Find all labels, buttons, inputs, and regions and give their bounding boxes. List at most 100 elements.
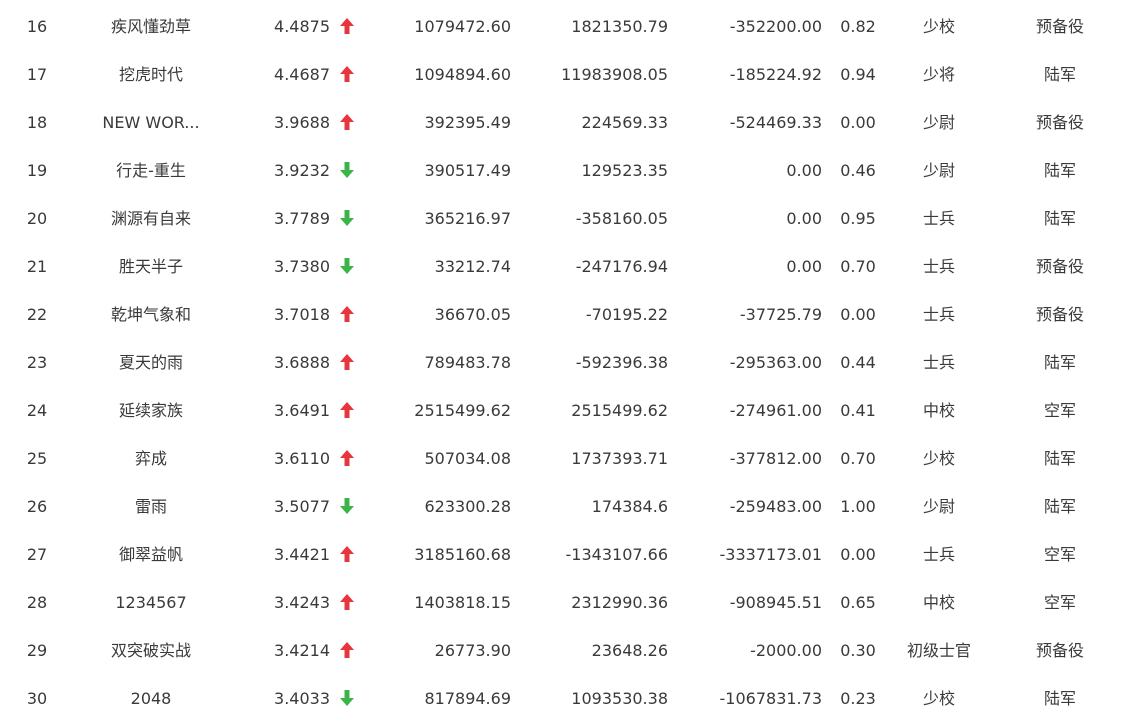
military-rank-cell: 少尉 xyxy=(922,113,955,132)
score-cell: 3.7380 xyxy=(274,257,330,276)
ratio-cell: 0.65 xyxy=(840,593,876,612)
score-cell: 3.7789 xyxy=(274,209,330,228)
name-cell: 胜天半子 xyxy=(118,257,183,276)
name-cell: 渊源有自来 xyxy=(110,209,191,228)
table-row[interactable]: 28 1234567 3.4243 1403818.15 2312990.36 -9089… xyxy=(0,579,1127,627)
table-row[interactable]: 21 胜天半子 3.7380 33212.74 -247176.94 0.00 0.70 士兵… xyxy=(0,243,1127,291)
table-row[interactable]: 26 雷雨 3.5077 623300.28 174384.6 -259483.00 1.0… xyxy=(0,483,1127,531)
military-rank-cell: 士兵 xyxy=(922,257,955,276)
value-2-cell: -592396.38 xyxy=(575,353,668,372)
military-rank-cell: 少尉 xyxy=(922,161,955,180)
table-row[interactable]: 19 行走-重生 3.9232 390517.49 129523.35 0.00 0.46 少… xyxy=(0,147,1127,195)
name-cell: 2048 xyxy=(130,689,172,708)
value-2-cell: 174384.6 xyxy=(591,497,668,516)
arrow-down-icon xyxy=(337,483,357,531)
value-2-cell: 224569.33 xyxy=(581,113,668,132)
branch-cell: 预备役 xyxy=(1035,17,1084,36)
table-row[interactable]: 25 弈成 3.6110 507034.08 1737393.71 -377812.00 0… xyxy=(0,435,1127,483)
value-3-cell: -274961.00 xyxy=(729,401,822,420)
military-rank-cell: 中校 xyxy=(922,593,955,612)
ratio-cell: 0.82 xyxy=(840,17,876,36)
name-cell: 御翠益帆 xyxy=(118,545,183,564)
branch-cell: 空军 xyxy=(1043,593,1076,612)
value-2-cell: 1821350.79 xyxy=(571,17,668,36)
name-cell: 1234567 xyxy=(115,593,187,612)
ratio-cell: 0.00 xyxy=(840,305,876,324)
branch-cell: 预备役 xyxy=(1035,257,1084,276)
table-row[interactable]: 17 挖虎时代 4.4687 1094894.60 11983908.05 -185224… xyxy=(0,51,1127,99)
score-cell: 3.4033 xyxy=(274,689,330,708)
value-1-cell: 1094894.60 xyxy=(414,65,511,84)
military-rank-cell: 中校 xyxy=(922,401,955,420)
value-1-cell: 1079472.60 xyxy=(414,17,511,36)
value-2-cell: 129523.35 xyxy=(581,161,668,180)
value-2-cell: 1737393.71 xyxy=(571,449,668,468)
table-row[interactable]: 24 延续家族 3.6491 2515499.62 2515499.62 -274961.… xyxy=(0,387,1127,435)
ratio-cell: 0.94 xyxy=(840,65,876,84)
name-cell: 夏天的雨 xyxy=(118,353,183,372)
table-row[interactable]: 16 疾风懂劲草 4.4875 1079472.60 1821350.79 -352200… xyxy=(0,3,1127,51)
score-cell: 4.4875 xyxy=(274,17,330,36)
name-cell: 雷雨 xyxy=(134,497,167,516)
rank-cell: 30 xyxy=(26,689,48,708)
arrow-up-icon xyxy=(337,531,357,579)
name-cell: 双突破实战 xyxy=(110,641,191,660)
value-2-cell: -1343107.66 xyxy=(565,545,668,564)
ratio-cell: 0.44 xyxy=(840,353,876,372)
rank-cell: 20 xyxy=(26,209,48,228)
value-1-cell: 33212.74 xyxy=(434,257,511,276)
name-cell: 乾坤气象和 xyxy=(110,305,191,324)
ratio-cell: 0.70 xyxy=(840,449,876,468)
value-1-cell: 365216.97 xyxy=(424,209,511,228)
table-row[interactable]: 29 双突破实战 3.4214 26773.90 23648.26 -2000.00 0.3… xyxy=(0,627,1127,675)
military-rank-cell: 士兵 xyxy=(922,305,955,324)
arrow-up-icon xyxy=(337,51,357,99)
score-cell: 4.4687 xyxy=(274,65,330,84)
rank-cell: 17 xyxy=(26,65,48,84)
name-cell: 弈成 xyxy=(134,449,167,468)
score-cell: 3.4421 xyxy=(274,545,330,564)
value-3-cell: -2000.00 xyxy=(750,641,822,660)
value-1-cell: 392395.49 xyxy=(424,113,511,132)
ratio-cell: 0.70 xyxy=(840,257,876,276)
value-2-cell: 11983908.05 xyxy=(561,65,668,84)
arrow-up-icon xyxy=(337,3,357,51)
value-2-cell: 2312990.36 xyxy=(571,593,668,612)
score-cell: 3.6888 xyxy=(274,353,330,372)
arrow-up-icon xyxy=(337,291,357,339)
value-2-cell: 1093530.38 xyxy=(571,689,668,708)
table-row[interactable]: 20 渊源有自来 3.7789 365216.97 -358160.05 0.00 0.95… xyxy=(0,195,1127,243)
arrow-down-icon xyxy=(337,147,357,195)
name-cell: 延续家族 xyxy=(118,401,183,420)
arrow-up-icon xyxy=(337,339,357,387)
value-3-cell: 0.00 xyxy=(786,257,822,276)
value-2-cell: -358160.05 xyxy=(575,209,668,228)
value-1-cell: 36670.05 xyxy=(434,305,511,324)
table-row[interactable]: 18 NEW WOR... 3.9688 392395.49 224569.33 -524… xyxy=(0,99,1127,147)
score-cell: 3.6110 xyxy=(274,449,330,468)
score-cell: 3.9688 xyxy=(274,113,330,132)
table-row[interactable]: 22 乾坤气象和 3.7018 36670.05 -70195.22 -37725.79 0… xyxy=(0,291,1127,339)
military-rank-cell: 士兵 xyxy=(922,209,955,228)
rank-cell: 16 xyxy=(26,17,48,36)
military-rank-cell: 少校 xyxy=(922,449,955,468)
branch-cell: 预备役 xyxy=(1035,305,1084,324)
ratio-cell: 0.46 xyxy=(840,161,876,180)
rank-cell: 21 xyxy=(26,257,48,276)
military-rank-cell: 士兵 xyxy=(922,545,955,564)
table-row[interactable]: 30 2048 3.4033 817894.69 1093530.38 -1067831.… xyxy=(0,675,1127,723)
value-1-cell: 817894.69 xyxy=(424,689,511,708)
arrow-up-icon xyxy=(337,387,357,435)
arrow-up-icon xyxy=(337,435,357,483)
value-3-cell: -295363.00 xyxy=(729,353,822,372)
arrow-down-icon xyxy=(337,675,357,723)
branch-cell: 空军 xyxy=(1043,401,1076,420)
table-row[interactable]: 27 御翠益帆 3.4421 3185160.68 -1343107.66 -333717… xyxy=(0,531,1127,579)
value-3-cell: -3337173.01 xyxy=(719,545,822,564)
rank-cell: 25 xyxy=(26,449,48,468)
value-1-cell: 2515499.62 xyxy=(414,401,511,420)
branch-cell: 空军 xyxy=(1043,545,1076,564)
arrow-up-icon xyxy=(337,99,357,147)
table-row[interactable]: 23 夏天的雨 3.6888 789483.78 -592396.38 -295363.0… xyxy=(0,339,1127,387)
branch-cell: 陆军 xyxy=(1043,161,1076,180)
